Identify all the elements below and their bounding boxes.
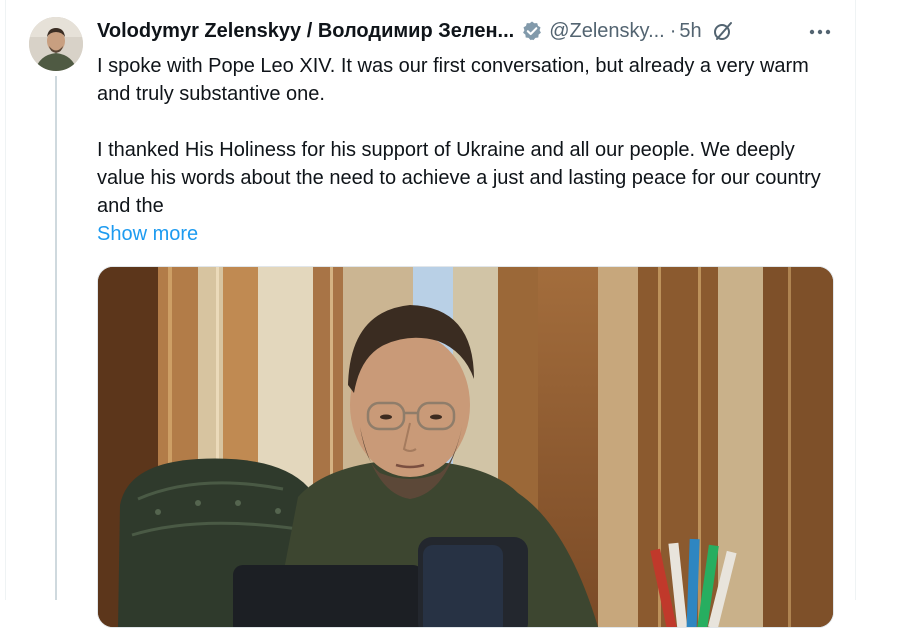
tweet-text: I spoke with Pope Leo XIV. It was our fi… — [97, 52, 837, 220]
show-more-link[interactable]: Show more — [97, 220, 198, 248]
tweet-paragraph-2: I thanked His Holiness for his support o… — [97, 139, 821, 217]
author-handle[interactable]: @Zelensky... — [549, 17, 665, 45]
timeline-border-right — [855, 0, 856, 600]
timestamp[interactable]: 5h — [679, 17, 701, 45]
verified-badge-icon — [521, 20, 543, 42]
author-name[interactable]: Volodymyr Zelenskyy / Володимир Зелен... — [97, 17, 514, 45]
avatar[interactable] — [29, 17, 83, 71]
grok-icon[interactable] — [712, 20, 734, 42]
tweet-header: Volodymyr Zelenskyy / Володимир Зелен...… — [97, 17, 855, 45]
separator-dot: · — [669, 20, 677, 42]
tweet-card[interactable]: Volodymyr Zelenskyy / Володимир Зелен...… — [0, 0, 900, 628]
thread-line — [55, 76, 57, 600]
tweet-media-photo[interactable] — [97, 266, 834, 628]
tweet-paragraph-1: I spoke with Pope Leo XIV. It was our fi… — [97, 55, 809, 105]
timeline-border-left — [5, 0, 6, 600]
more-options-icon[interactable] — [807, 19, 833, 45]
